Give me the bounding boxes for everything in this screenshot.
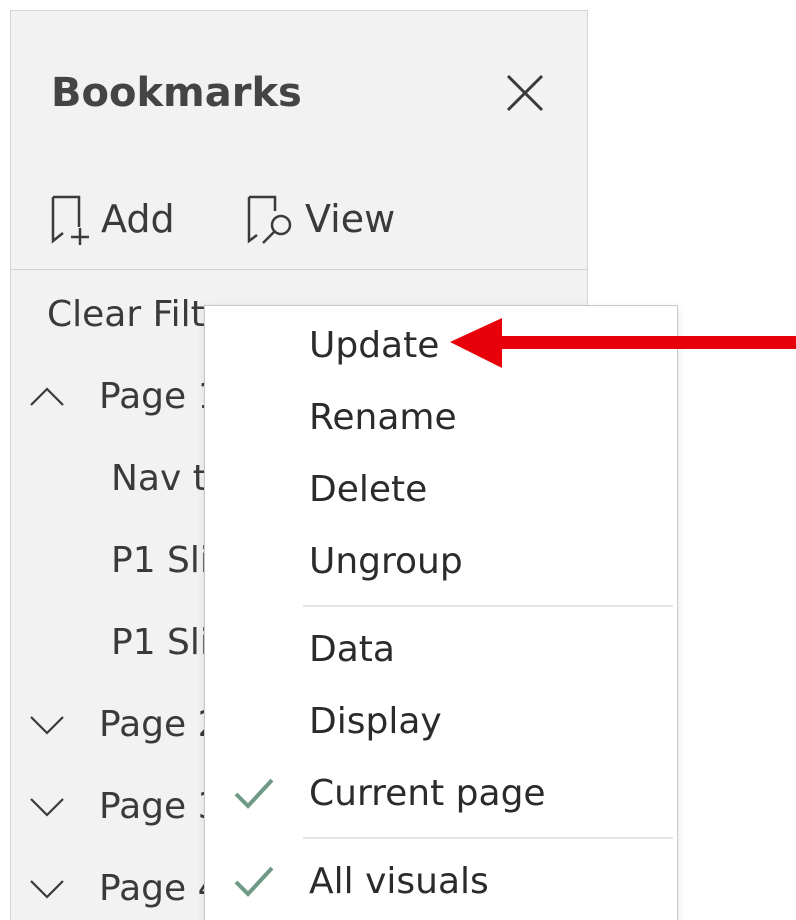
- close-icon: [506, 74, 544, 112]
- menu-item-label: Display: [309, 701, 442, 742]
- bookmark-clear-filter[interactable]: Clear Filte: [47, 293, 227, 337]
- menu-item-delete[interactable]: Delete: [205, 458, 677, 524]
- menu-separator: [303, 605, 673, 607]
- bookmark-group-label: Page 1: [99, 376, 221, 417]
- chevron-down-icon: [30, 880, 64, 899]
- menu-item-label: All visuals: [309, 861, 489, 902]
- chevron-down-icon: [30, 798, 64, 817]
- menu-item-label: Rename: [309, 397, 457, 438]
- menu-item-label: Update: [309, 325, 440, 366]
- menu-item-label: Current page: [309, 773, 546, 814]
- add-label: Add: [101, 197, 175, 241]
- bookmarks-toolbar: Add View: [49, 189, 569, 249]
- red-arrow-annotation: [450, 318, 796, 368]
- view-bookmark-button[interactable]: View: [245, 189, 395, 249]
- bookmark-group-label: Page 3: [99, 786, 221, 827]
- add-bookmark-button[interactable]: Add: [49, 189, 175, 249]
- menu-item-ungroup[interactable]: Ungroup: [205, 530, 677, 596]
- bookmark-add-icon: [51, 195, 89, 245]
- menu-item-rename[interactable]: Rename: [205, 386, 677, 452]
- bookmark-label: P1 Sli: [111, 540, 210, 581]
- menu-item-all-visuals[interactable]: All visuals: [205, 850, 677, 916]
- menu-separator: [303, 837, 673, 839]
- menu-item-data[interactable]: Data: [205, 618, 677, 684]
- screenshot-stage: Bookmarks Add View Clear Filte Page 1 Na…: [0, 0, 796, 920]
- bookmark-label: P1 Sli: [111, 622, 210, 663]
- bookmark-label: Clear Filte: [47, 294, 227, 335]
- pane-title: Bookmarks: [51, 70, 302, 116]
- checkmark-icon: [234, 866, 274, 897]
- menu-item-label: Data: [309, 629, 395, 670]
- bookmark-group-page-1[interactable]: Page 1: [29, 375, 229, 419]
- bookmark-group-label: Page 4: [99, 868, 221, 909]
- bookmark-group-page-4[interactable]: Page 4: [29, 867, 229, 911]
- pane-divider: [11, 269, 587, 270]
- bookmark-label: Nav t: [111, 458, 207, 499]
- bookmark-group-label: Page 2: [99, 704, 221, 745]
- menu-item-display[interactable]: Display: [205, 690, 677, 756]
- chevron-up-icon: [30, 387, 64, 406]
- chevron-down-icon: [30, 716, 64, 735]
- view-label: View: [305, 197, 396, 241]
- menu-item-label: Ungroup: [309, 541, 463, 582]
- menu-item-current-page[interactable]: Current page: [205, 762, 677, 828]
- bookmark-view-icon: [247, 195, 292, 244]
- bookmark-group-page-2[interactable]: Page 2: [29, 703, 229, 747]
- bookmark-group-page-3[interactable]: Page 3: [29, 785, 229, 829]
- bookmark-context-menu: Update Rename Delete Ungroup Data Displa…: [204, 305, 678, 920]
- checkmark-icon: [234, 778, 274, 809]
- close-button[interactable]: [503, 71, 547, 115]
- menu-item-label: Delete: [309, 469, 428, 510]
